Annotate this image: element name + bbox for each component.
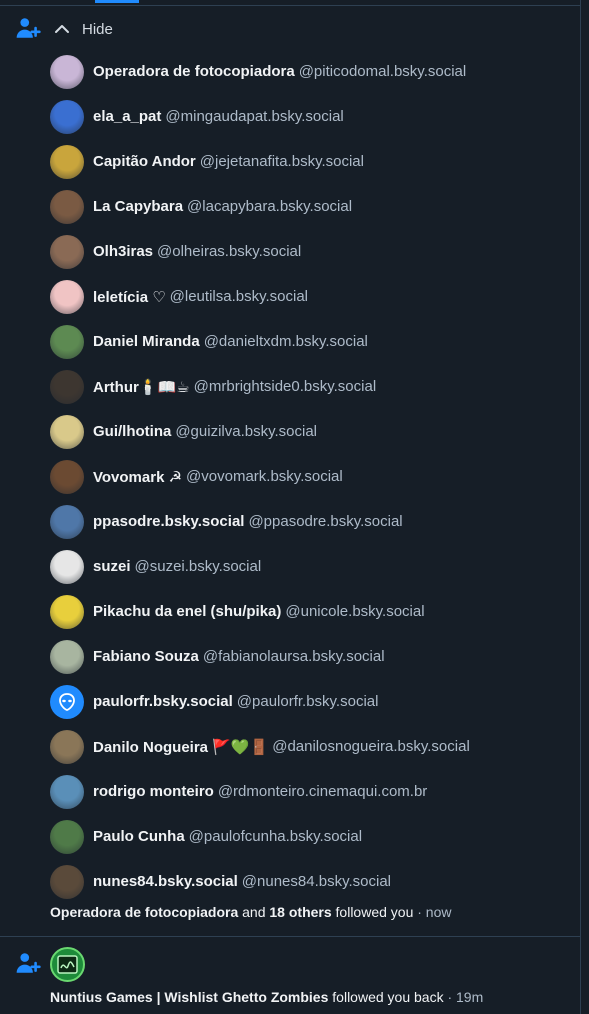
- and-text: and: [242, 904, 266, 920]
- handle: @guizilva.bsky.social: [175, 423, 317, 440]
- follower-row[interactable]: Gui/lhotina @guizilva.bsky.social: [50, 409, 470, 454]
- display-name[interactable]: Operadora de fotocopiadora: [93, 63, 295, 80]
- display-name[interactable]: Paulo Cunha: [93, 828, 185, 845]
- handle: @fabianolaursa.bsky.social: [202, 648, 385, 665]
- display-name[interactable]: Arthur🕯️📖☕: [93, 378, 190, 396]
- follow-notification[interactable]: Hide Operadora de fotocopiadora @piticodo…: [0, 6, 580, 935]
- timestamp: · now: [417, 904, 452, 920]
- avatar[interactable]: [50, 54, 84, 89]
- follower-row[interactable]: nunes84.bsky.social @nunes84.bsky.social: [50, 859, 470, 904]
- follower-row[interactable]: ela_a_pat @mingaudapat.bsky.social: [50, 94, 470, 139]
- avatar[interactable]: [50, 279, 84, 314]
- display-name[interactable]: ela_a_pat: [93, 108, 161, 125]
- handle: @danilosnogueira.bsky.social: [272, 738, 470, 755]
- follower-row[interactable]: suzei @suzei.bsky.social: [50, 544, 470, 589]
- avatar[interactable]: [50, 729, 84, 764]
- handle: @paulorfr.bsky.social: [236, 693, 379, 710]
- handle: @suzei.bsky.social: [134, 558, 262, 575]
- avatar[interactable]: [50, 144, 84, 179]
- avatar[interactable]: [50, 324, 84, 359]
- avatar[interactable]: [50, 414, 84, 449]
- avatar[interactable]: [50, 864, 84, 899]
- others-count[interactable]: 18 others: [269, 904, 331, 920]
- display-name[interactable]: Olh3iras: [93, 243, 153, 260]
- follower-row[interactable]: Vovomark ☭ @vovomark.bsky.social: [50, 454, 470, 499]
- display-name[interactable]: Danilo Nogueira 🚩💚🚪: [93, 738, 268, 756]
- handle: @danieltxdm.bsky.social: [203, 333, 368, 350]
- follower-row[interactable]: Arthur🕯️📖☕ @mrbrightside0.bsky.social: [50, 364, 470, 409]
- hide-label: Hide: [82, 20, 113, 38]
- first-follower-name[interactable]: Operadora de fotocopiadora: [50, 904, 238, 920]
- display-name[interactable]: Fabiano Souza: [93, 648, 199, 665]
- display-name[interactable]: suzei: [93, 558, 131, 575]
- avatar[interactable]: [50, 459, 84, 494]
- follower-row[interactable]: Olh3iras @olheiras.bsky.social: [50, 229, 470, 274]
- follower-row[interactable]: paulorfr.bsky.social @paulorfr.bsky.socia…: [50, 679, 470, 724]
- avatar[interactable]: [50, 234, 84, 269]
- display-name[interactable]: paulorfr.bsky.social: [93, 693, 233, 710]
- timestamp: · 19m: [447, 989, 484, 1005]
- display-name[interactable]: Pikachu da enel (shu/pika): [93, 603, 281, 620]
- action-text: followed you back: [332, 989, 444, 1005]
- follower-row[interactable]: Danilo Nogueira 🚩💚🚪 @danilosnogueira.bsky…: [50, 724, 470, 769]
- action-text: followed you: [335, 904, 414, 920]
- notification-summary: Operadora de fotocopiadora and 18 others…: [50, 904, 451, 920]
- follower-row[interactable]: leletícia ♡ @leutilsa.bsky.social: [50, 274, 470, 319]
- display-name[interactable]: La Capybara: [93, 198, 183, 215]
- handle: @mrbrightside0.bsky.social: [193, 378, 377, 395]
- follower-row[interactable]: ppasodre.bsky.social @ppasodre.bsky.socia…: [50, 499, 470, 544]
- follow-back-notification[interactable]: Nuntius Games | Wishlist Ghetto Zombies …: [0, 936, 580, 1014]
- follower-name[interactable]: Nuntius Games | Wishlist Ghetto Zombies: [50, 989, 328, 1005]
- avatar[interactable]: [50, 594, 84, 629]
- notification-summary: Nuntius Games | Wishlist Ghetto Zombies …: [50, 989, 483, 1005]
- display-name[interactable]: Gui/lhotina: [93, 423, 171, 440]
- follower-row[interactable]: Capitão Andor @jejetanafita.bsky.social: [50, 139, 470, 184]
- handle: @nunes84.bsky.social: [241, 873, 391, 890]
- display-name[interactable]: Capitão Andor: [93, 153, 196, 170]
- chevron-up-icon: [55, 25, 69, 33]
- display-name[interactable]: leletícia ♡: [93, 288, 166, 306]
- handle: @rdmonteiro.cinemaqui.com.br: [217, 783, 428, 800]
- follower-row[interactable]: Pikachu da enel (shu/pika) @unicole.bsky.…: [50, 589, 470, 634]
- avatar[interactable]: [50, 189, 84, 224]
- person-plus-icon: [16, 953, 41, 973]
- follower-list: Operadora de fotocopiadora @piticodomal.b…: [50, 49, 470, 904]
- follower-row[interactable]: Fabiano Souza @fabianolaursa.bsky.social: [50, 634, 470, 679]
- hide-followers-toggle[interactable]: Hide: [52, 15, 113, 43]
- display-name[interactable]: nunes84.bsky.social: [93, 873, 238, 890]
- avatar[interactable]: [50, 819, 84, 854]
- avatar[interactable]: [50, 504, 84, 539]
- handle: @paulofcunha.bsky.social: [188, 828, 363, 845]
- avatar[interactable]: [50, 549, 84, 584]
- follower-row[interactable]: Daniel Miranda @danieltxdm.bsky.social: [50, 319, 470, 364]
- follower-row[interactable]: Paulo Cunha @paulofcunha.bsky.social: [50, 814, 470, 859]
- display-name[interactable]: rodrigo monteiro: [93, 783, 214, 800]
- handle: @ppasodre.bsky.social: [248, 513, 403, 530]
- alien-icon: [59, 692, 75, 711]
- handle: @vovomark.bsky.social: [186, 468, 343, 485]
- display-name[interactable]: Daniel Miranda: [93, 333, 200, 350]
- handle: @leutilsa.bsky.social: [169, 288, 308, 305]
- avatar[interactable]: [50, 947, 85, 982]
- handle: @unicole.bsky.social: [285, 603, 425, 620]
- handle: @lacapybara.bsky.social: [187, 198, 353, 215]
- handle: @jejetanafita.bsky.social: [199, 153, 364, 170]
- person-plus-icon: [16, 18, 41, 38]
- follower-row[interactable]: rodrigo monteiro @rdmonteiro.cinemaqui.co…: [50, 769, 470, 814]
- avatar[interactable]: [50, 99, 84, 134]
- display-name[interactable]: ppasodre.bsky.social: [93, 513, 244, 530]
- active-tab-indicator: [95, 0, 139, 3]
- avatar[interactable]: [50, 684, 84, 719]
- handle: @olheiras.bsky.social: [157, 243, 302, 260]
- nuntius-logo-icon: [57, 955, 78, 974]
- handle: @mingaudapat.bsky.social: [165, 108, 344, 125]
- avatar[interactable]: [50, 774, 84, 809]
- follower-row[interactable]: La Capybara @lacapybara.bsky.social: [50, 184, 470, 229]
- follower-row[interactable]: Operadora de fotocopiadora @piticodomal.b…: [50, 49, 470, 94]
- avatar[interactable]: [50, 369, 84, 404]
- display-name[interactable]: Vovomark ☭: [93, 468, 182, 486]
- feed-border: [580, 0, 581, 1014]
- handle: @piticodomal.bsky.social: [298, 63, 467, 80]
- avatar[interactable]: [50, 639, 84, 674]
